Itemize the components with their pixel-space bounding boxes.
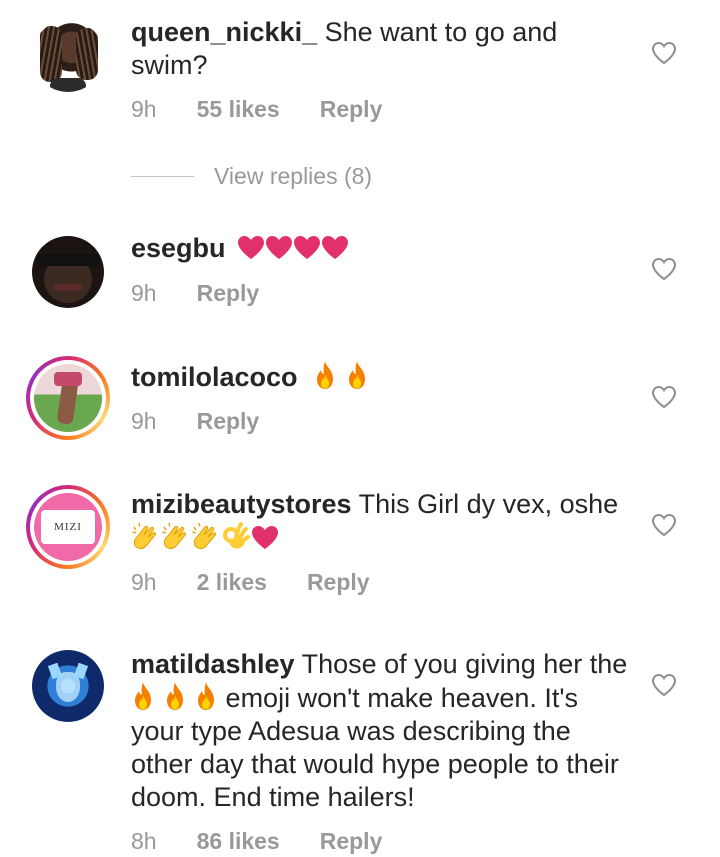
divider-line bbox=[131, 176, 194, 177]
fire-emoji-icon bbox=[313, 360, 337, 390]
comment-body: queen_nickki_ She want to go and swim? bbox=[131, 16, 631, 82]
clap-emoji-icon bbox=[161, 521, 191, 551]
fire-emoji-icon bbox=[194, 681, 218, 711]
comment-username[interactable]: matildashley bbox=[131, 649, 295, 679]
likes-count[interactable]: 55 likes bbox=[197, 96, 280, 123]
comment-meta: 9h Reply bbox=[131, 280, 259, 307]
like-heart-icon[interactable] bbox=[651, 41, 677, 65]
emoji-group bbox=[131, 523, 279, 553]
comment-meta: 9h 55 likes Reply bbox=[131, 96, 382, 123]
comment-meta: 8h 86 likes Reply bbox=[131, 828, 382, 855]
likes-count[interactable]: 86 likes bbox=[197, 828, 280, 855]
like-heart-icon[interactable] bbox=[651, 385, 677, 409]
comment-username[interactable]: queen_nickki_ bbox=[131, 17, 317, 47]
fire-emoji-icon bbox=[131, 681, 155, 711]
avatar[interactable] bbox=[26, 14, 110, 98]
heart-emoji-icon bbox=[265, 235, 293, 261]
comment-time: 9h bbox=[131, 96, 157, 122]
likes-count[interactable]: 2 likes bbox=[197, 569, 267, 596]
avatar[interactable] bbox=[26, 644, 110, 728]
comment-meta: 9h 2 likes Reply bbox=[131, 569, 370, 596]
emoji-group bbox=[313, 362, 369, 392]
emoji-group bbox=[237, 233, 349, 263]
comment-time: 9h bbox=[131, 408, 157, 434]
reply-button[interactable]: Reply bbox=[197, 408, 260, 435]
comment-body: matildashley Those of you giving her the… bbox=[131, 648, 631, 814]
comment-username[interactable]: mizibeautystores bbox=[131, 489, 352, 519]
fire-emoji-icon bbox=[163, 681, 187, 711]
emoji-group bbox=[131, 683, 226, 713]
view-replies-label: View replies (8) bbox=[214, 163, 373, 189]
comment-meta: 9h Reply bbox=[131, 408, 259, 435]
heart-emoji-icon bbox=[293, 235, 321, 261]
reply-button[interactable]: Reply bbox=[197, 280, 260, 307]
clap-emoji-icon bbox=[191, 521, 221, 551]
like-heart-icon[interactable] bbox=[651, 673, 677, 697]
avatar[interactable] bbox=[26, 356, 110, 440]
comment-time: 9h bbox=[131, 280, 157, 306]
like-heart-icon[interactable] bbox=[651, 257, 677, 281]
comment-time: 9h bbox=[131, 569, 157, 595]
ok-hand-emoji-icon bbox=[221, 521, 251, 551]
comment-time: 8h bbox=[131, 828, 157, 854]
fire-emoji-icon bbox=[345, 360, 369, 390]
reply-button[interactable]: Reply bbox=[307, 569, 370, 596]
comment-body: esegbu bbox=[131, 232, 631, 265]
avatar-logo-text: MIZI bbox=[54, 521, 82, 533]
heart-emoji-icon bbox=[237, 235, 265, 261]
like-heart-icon[interactable] bbox=[651, 513, 677, 537]
comment-body: tomilolacoco bbox=[131, 360, 631, 394]
view-replies-button[interactable]: View replies (8) bbox=[131, 163, 372, 190]
avatar[interactable]: MIZI bbox=[26, 485, 110, 569]
heart-emoji-icon bbox=[321, 235, 349, 261]
reply-button[interactable]: Reply bbox=[320, 828, 383, 855]
comment-username[interactable]: tomilolacoco bbox=[131, 362, 298, 392]
comment-text: This Girl dy vex, oshe bbox=[358, 489, 619, 519]
avatar[interactable] bbox=[26, 230, 110, 314]
comment-text-before: Those of you giving her the bbox=[301, 649, 628, 679]
clap-emoji-icon bbox=[131, 521, 161, 551]
reply-button[interactable]: Reply bbox=[320, 96, 383, 123]
comment-body: mizibeautystores This Girl dy vex, oshe bbox=[131, 488, 631, 555]
comment-username[interactable]: esegbu bbox=[131, 233, 226, 263]
heart-emoji-icon bbox=[251, 525, 279, 551]
